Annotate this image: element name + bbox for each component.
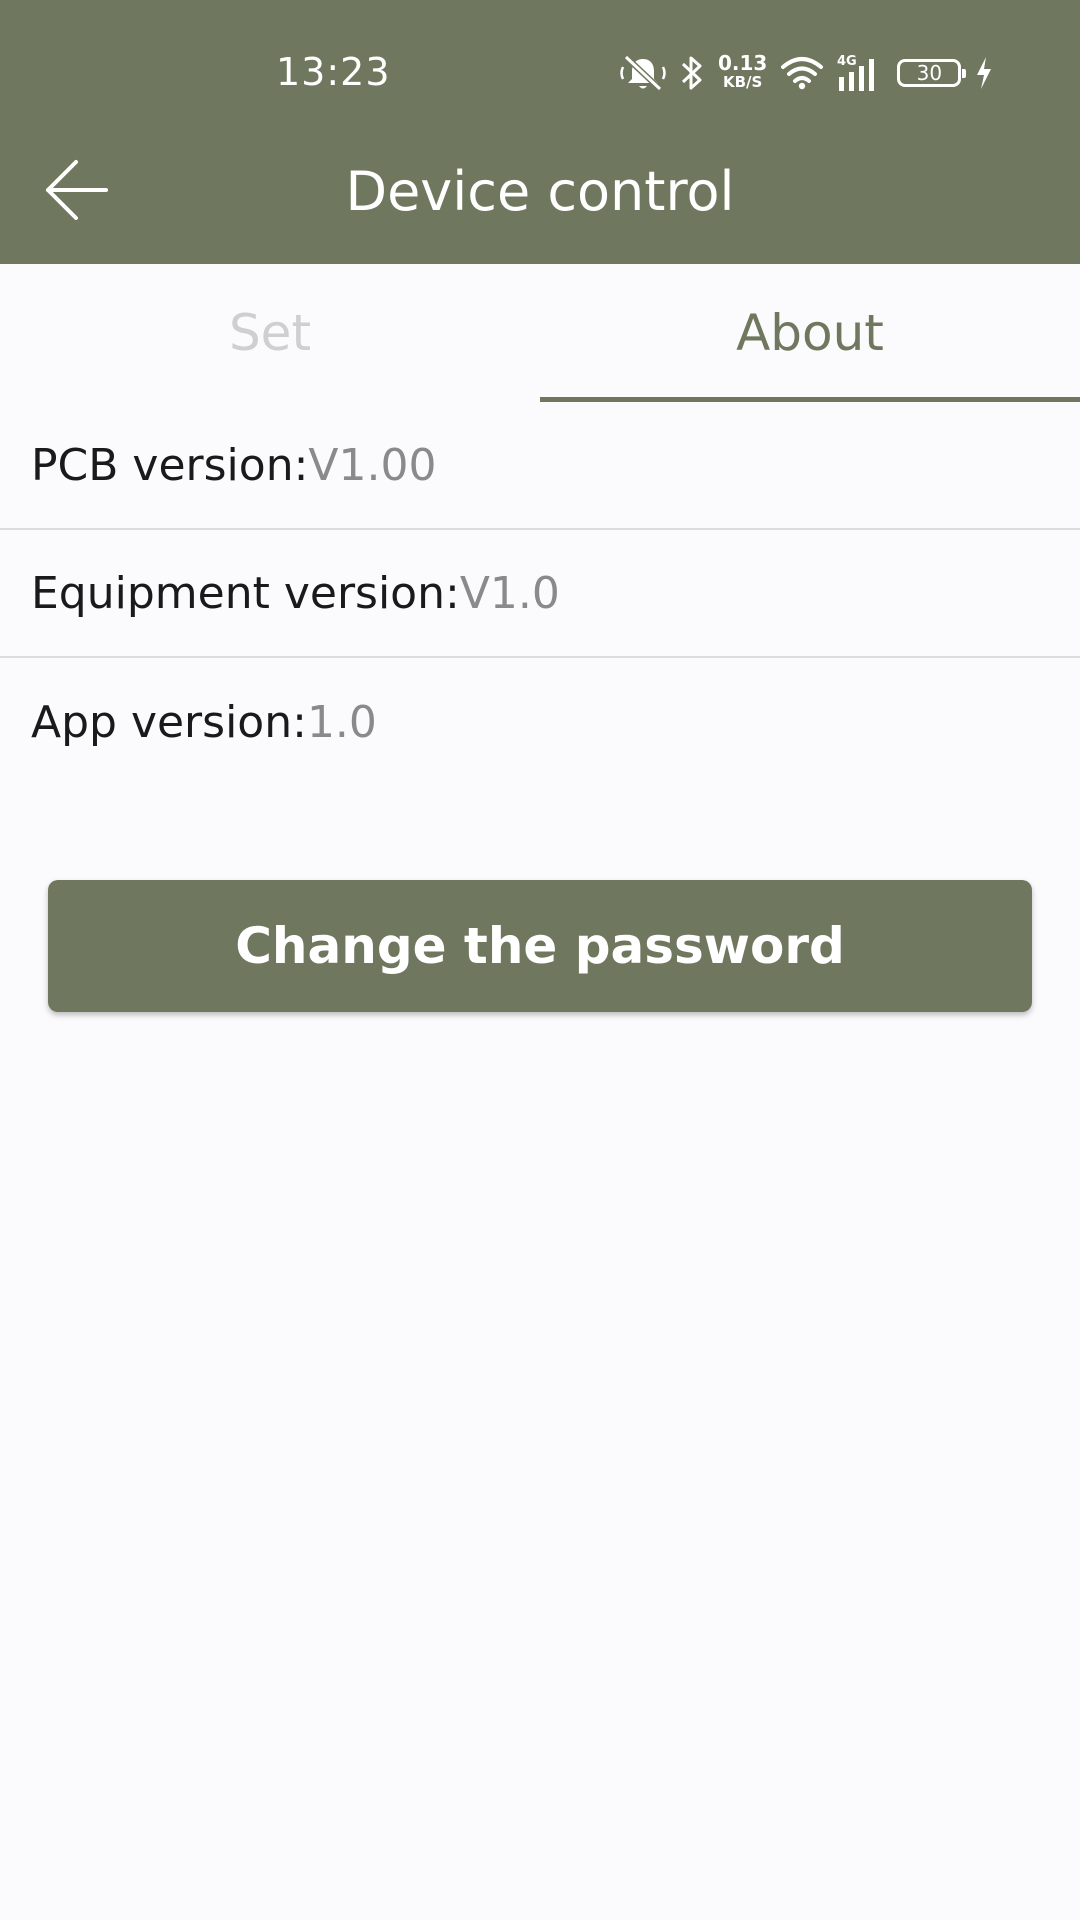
signal-icon: 4G <box>837 53 883 93</box>
battery-level: 30 <box>916 61 943 85</box>
change-password-button[interactable]: Change the password <box>48 880 1032 1012</box>
equipment-version-label: Equipment version: <box>31 567 460 619</box>
network-type-label: 4G <box>837 54 857 69</box>
wifi-icon <box>781 56 824 90</box>
app-version-row: App version: 1.0 <box>0 658 1080 786</box>
battery-icon: 30 <box>897 59 967 87</box>
app-version-value: 1.0 <box>306 696 377 748</box>
app-version-label: App version: <box>31 696 307 748</box>
network-speed-value: 0.13 <box>718 51 768 75</box>
pcb-version-label: PCB version: <box>31 439 309 491</box>
status-time: 13:23 <box>276 50 391 94</box>
pcb-version-value: V1.00 <box>308 439 437 491</box>
tab-set[interactable]: Set <box>0 264 540 402</box>
network-speed: 0.13 KB/S <box>718 51 768 92</box>
bluetooth-icon <box>680 54 704 92</box>
status-bar: 13:23 0.13 KB/S 4G 30 <box>0 0 1080 130</box>
bell-off-icon <box>620 53 666 93</box>
tab-about[interactable]: About <box>540 264 1080 402</box>
page-title: Device control <box>345 160 735 223</box>
tab-bar: Set About <box>0 264 1080 402</box>
status-icons: 0.13 KB/S 4G 30 <box>620 48 993 98</box>
equipment-version-value: V1.0 <box>459 567 560 619</box>
network-speed-unit: KB/S <box>723 73 763 91</box>
charging-icon <box>975 56 993 90</box>
app-header: 13:23 0.13 KB/S 4G 30 Device control <box>0 0 1080 264</box>
equipment-version-row: Equipment version: V1.0 <box>0 530 1080 658</box>
pcb-version-row: PCB version: V1.00 <box>0 402 1080 530</box>
